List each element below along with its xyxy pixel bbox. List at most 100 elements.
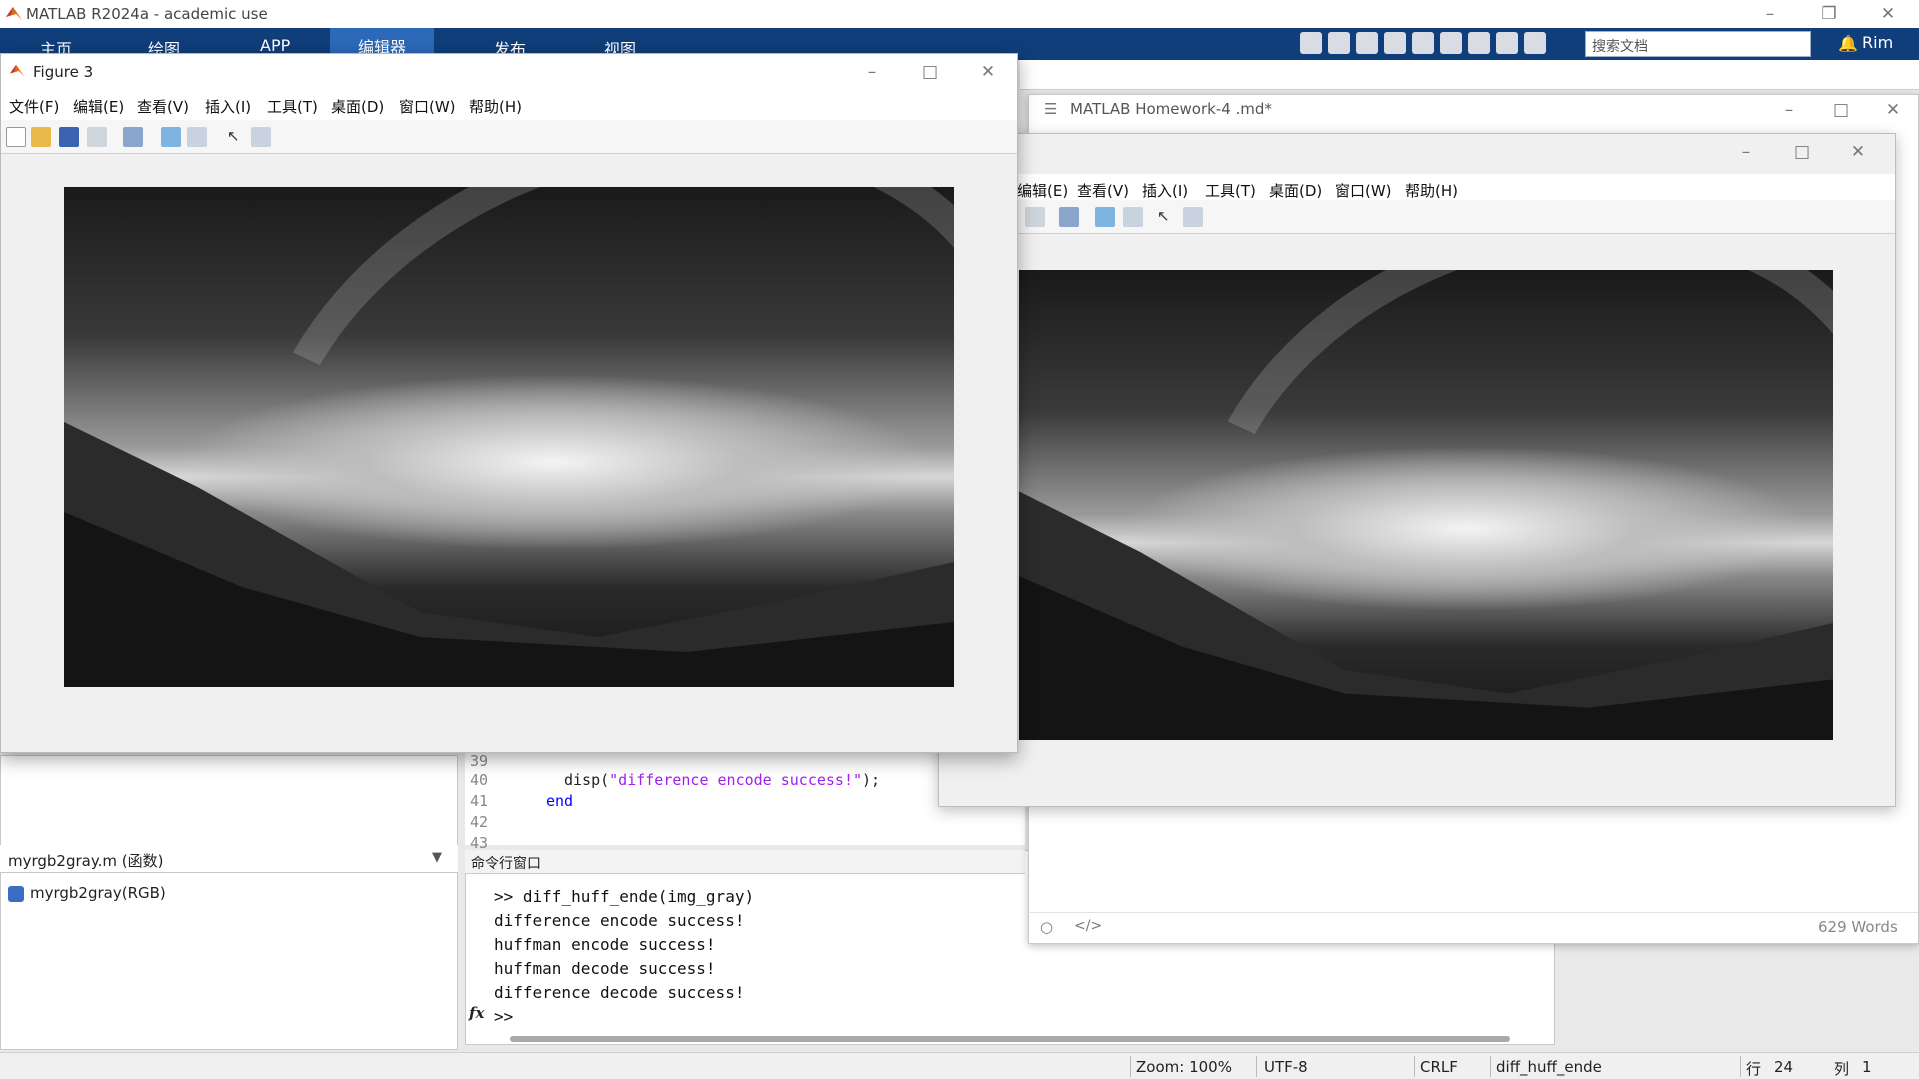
search-documentation-input[interactable]: 搜索文档 [1585, 31, 1811, 57]
zoom-status: Zoom: 100% [1136, 1058, 1232, 1076]
figure-window-back: 4 – □ ✕ 编辑(E) 查看(V) 插入(I) 工具(T) 桌面(D) 窗口… [938, 133, 1896, 807]
open-file-icon[interactable] [31, 127, 51, 147]
code-line[interactable]: disp("difference encode success!"); [564, 771, 880, 789]
markdown-window-title: MATLAB Homework-4 .md* [1070, 100, 1272, 118]
command-output-line: difference encode success! [494, 911, 745, 930]
string-literal: "difference encode success!" [609, 771, 863, 789]
figure-3-title-bar: Figure 3 – □ ✕ [1, 54, 1017, 90]
left-pane [0, 755, 458, 1050]
switch-windows-icon[interactable] [1468, 32, 1490, 54]
redo-icon[interactable] [1440, 32, 1462, 54]
save-figure-icon[interactable] [59, 127, 79, 147]
figure-back-minimize-button[interactable]: – [1723, 138, 1769, 166]
word-count: 629 Words [1818, 918, 1898, 936]
colorbar-icon[interactable] [1095, 207, 1115, 227]
figure-back-menu-bar: 编辑(E) 查看(V) 插入(I) 工具(T) 桌面(D) 窗口(W) 帮助(H… [939, 174, 1895, 200]
legend-icon[interactable] [187, 127, 207, 147]
function-item-label: myrgb2gray(RGB) [30, 884, 166, 902]
figure-back-toolbar: ↖ [939, 200, 1895, 234]
current-function-status: diff_huff_ende [1496, 1058, 1602, 1076]
print-preview-icon[interactable] [123, 127, 143, 147]
function-item[interactable]: myrgb2gray(RGB) [8, 884, 166, 902]
current-folder-bar[interactable] [1020, 60, 1919, 90]
figure-3-minimize-button[interactable]: – [849, 58, 895, 86]
status-bar: Zoom: 100% UTF-8 CRLF diff_huff_ende 行 2… [0, 1052, 1919, 1079]
md-maximize-button[interactable]: □ [1818, 96, 1864, 124]
print-preview-icon[interactable] [1059, 207, 1079, 227]
print-icon[interactable] [87, 127, 107, 147]
bell-icon[interactable]: 🔔 [1838, 34, 1858, 53]
save-icon[interactable] [1300, 32, 1322, 54]
menu-edit[interactable]: 编辑(E) [73, 96, 124, 117]
line-ending-status: CRLF [1420, 1058, 1458, 1076]
copy-icon[interactable] [1356, 32, 1378, 54]
line-number: 40 [470, 771, 489, 789]
figure-back-close-button[interactable]: ✕ [1835, 138, 1881, 166]
source-code-icon[interactable]: </> [1074, 918, 1102, 934]
menu-tools[interactable]: 工具(T) [1205, 180, 1256, 201]
app-title: MATLAB R2024a - academic use [26, 5, 268, 23]
menu-lines-icon[interactable]: ☰ [1044, 100, 1057, 118]
pointer-icon[interactable]: ↖ [1157, 207, 1177, 227]
fx-icon[interactable]: fx [469, 1004, 484, 1022]
line-number: 42 [470, 813, 489, 831]
command-output-line: difference decode success! [494, 983, 745, 1002]
user-menu[interactable]: Rim [1862, 33, 1893, 52]
chevron-down-icon[interactable]: ▼ [432, 850, 442, 865]
function-icon [8, 885, 24, 902]
figure-3-toolbar: ↖ [1, 120, 1017, 154]
row-value: 24 [1774, 1058, 1794, 1076]
paste-icon[interactable] [1384, 32, 1406, 54]
encoding-status: UTF-8 [1264, 1058, 1308, 1076]
command-window-title: 命令行窗口 [465, 850, 1025, 874]
menu-window[interactable]: 窗口(W) [1335, 180, 1392, 201]
figure-back-maximize-button[interactable]: □ [1779, 138, 1825, 166]
figure-3-close-button[interactable]: ✕ [965, 58, 1011, 86]
figure-3-title: Figure 3 [33, 63, 94, 81]
menu-file[interactable]: 文件(F) [9, 96, 59, 117]
menu-insert[interactable]: 插入(I) [205, 96, 251, 117]
grayscale-image [64, 187, 954, 687]
figure-3-maximize-button[interactable]: □ [907, 58, 953, 86]
command-output-line: huffman encode success! [494, 935, 716, 954]
menu-help[interactable]: 帮助(H) [1405, 180, 1458, 201]
menu-insert[interactable]: 插入(I) [1142, 180, 1188, 201]
cut-icon[interactable] [1328, 32, 1350, 54]
menu-view[interactable]: 查看(V) [1077, 180, 1129, 201]
community-icon[interactable] [1524, 32, 1546, 54]
function-browser-header[interactable]: myrgb2gray.m (函数) [0, 845, 458, 873]
figure-3-menu-bar: 文件(F) 编辑(E) 查看(V) 插入(I) 工具(T) 桌面(D) 窗口(W… [1, 90, 1017, 120]
property-editor-icon[interactable] [251, 127, 271, 147]
menu-view[interactable]: 查看(V) [137, 96, 189, 117]
undo-icon[interactable] [1412, 32, 1434, 54]
command-prompt[interactable]: >> [494, 1007, 513, 1026]
menu-edit[interactable]: 编辑(E) [1017, 180, 1068, 201]
grayscale-image-back [1019, 270, 1833, 740]
menu-window[interactable]: 窗口(W) [399, 96, 456, 117]
line-number: 39 [470, 752, 489, 770]
row-label: 行 [1746, 1060, 1762, 1078]
menu-desktop[interactable]: 桌面(D) [1269, 180, 1322, 201]
colorbar-icon[interactable] [161, 127, 181, 147]
help-icon[interactable] [1496, 32, 1518, 54]
md-close-button[interactable]: ✕ [1870, 96, 1916, 124]
menu-desktop[interactable]: 桌面(D) [331, 96, 384, 117]
markdown-footer: ○ </> [1030, 912, 1918, 942]
horizontal-scrollbar[interactable] [510, 1036, 1510, 1042]
command-output-line: huffman decode success! [494, 959, 716, 978]
print-icon[interactable] [1025, 207, 1045, 227]
circle-icon[interactable]: ○ [1040, 918, 1053, 936]
minimize-button[interactable]: – [1747, 0, 1793, 28]
property-editor-icon[interactable] [1183, 207, 1203, 227]
menu-tools[interactable]: 工具(T) [267, 96, 318, 117]
code-line[interactable]: end [546, 792, 573, 810]
pointer-icon[interactable]: ↖ [227, 127, 247, 147]
md-minimize-button[interactable]: – [1766, 96, 1812, 124]
legend-icon[interactable] [1123, 207, 1143, 227]
restore-button[interactable]: ❐ [1806, 0, 1852, 28]
close-button[interactable]: ✕ [1865, 0, 1911, 28]
menu-help[interactable]: 帮助(H) [469, 96, 522, 117]
new-figure-icon[interactable] [6, 127, 26, 147]
matlab-logo-icon [9, 64, 25, 77]
command-history-line: >> diff_huff_ende(img_gray) [494, 887, 755, 906]
